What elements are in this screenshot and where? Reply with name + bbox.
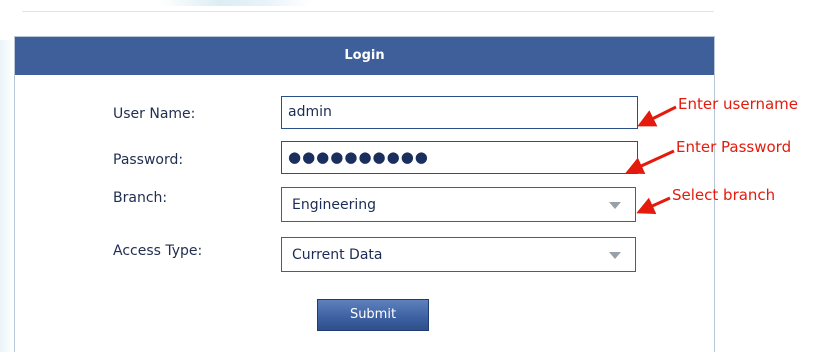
password-input[interactable]: ●●●●●●●●●●	[281, 141, 638, 174]
annotation-enter-password: Enter Password	[676, 138, 792, 156]
divider	[22, 11, 714, 12]
annotation-select-branch: Select branch	[672, 186, 776, 204]
username-label: User Name:	[113, 106, 196, 122]
decorative-glow	[160, 0, 310, 6]
decorative-edge	[0, 40, 14, 352]
login-panel: Login User Name: admin Password: ●●●●●●●…	[14, 36, 715, 352]
branch-select[interactable]: Engineering	[281, 187, 636, 222]
password-label: Password:	[113, 152, 184, 168]
access-type-selected-value: Current Data	[292, 247, 383, 263]
page: Login User Name: admin Password: ●●●●●●●…	[0, 0, 821, 352]
branch-selected-value: Engineering	[292, 197, 376, 213]
access-type-label: Access Type:	[113, 243, 203, 259]
chevron-down-icon[interactable]	[609, 202, 621, 209]
annotation-enter-username: Enter username	[678, 95, 799, 113]
chevron-down-icon[interactable]	[609, 252, 621, 259]
submit-button[interactable]: Submit	[317, 299, 429, 331]
username-input[interactable]: admin	[281, 96, 638, 129]
branch-label: Branch:	[113, 190, 168, 206]
login-header: Login	[15, 37, 714, 75]
username-value: admin	[288, 104, 332, 120]
access-type-select[interactable]: Current Data	[281, 237, 636, 272]
password-mask: ●●●●●●●●●●	[288, 148, 429, 166]
